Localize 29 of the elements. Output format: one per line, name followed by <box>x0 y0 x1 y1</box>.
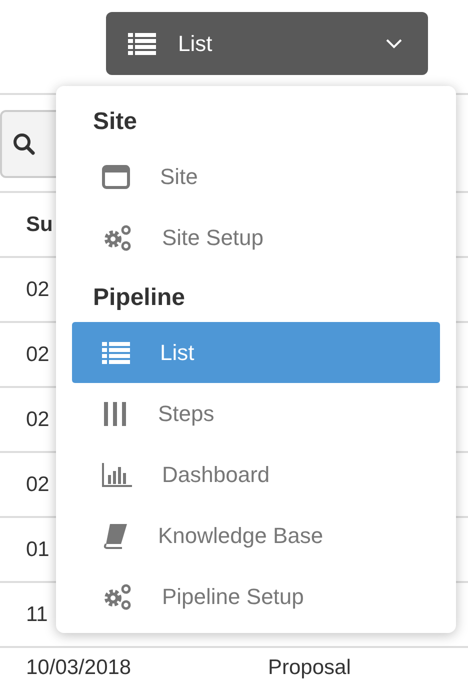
table-cell-text: 02 <box>26 276 50 303</box>
menu-item[interactable]: Site <box>72 146 440 207</box>
window-icon <box>102 164 130 188</box>
section-heading: Pipeline <box>92 283 186 313</box>
chevron-down-icon <box>386 38 402 48</box>
list-icon <box>128 32 156 54</box>
menu-item[interactable]: List <box>72 322 440 383</box>
list-icon <box>102 342 130 364</box>
table-cell-text: 02 <box>26 472 50 498</box>
bar-chart-icon <box>102 462 132 486</box>
menu-item[interactable]: Pipeline Setup <box>72 566 440 627</box>
columns-icon <box>102 402 128 426</box>
menu-item[interactable]: Dashboard <box>72 444 440 505</box>
table-cell-text: 01 <box>26 536 50 563</box>
table-cell: 10/03/2018 <box>26 656 132 680</box>
book-icon <box>102 522 128 548</box>
search-icon <box>12 132 36 156</box>
view-dropdown-button[interactable]: List <box>106 12 428 75</box>
gears-icon <box>102 582 132 610</box>
table-cell-text: 02 <box>26 342 50 368</box>
table-cell-text: 02 <box>26 406 50 433</box>
gears-icon <box>102 224 132 252</box>
menu-item[interactable]: Steps <box>72 383 440 444</box>
table-cell-text: 11 <box>26 602 48 628</box>
menu-item[interactable]: Site Setup <box>72 207 440 268</box>
column-header: Su <box>26 212 53 238</box>
table-cell-text: Proposal <box>268 656 352 680</box>
menu-item[interactable]: Knowledge Base <box>72 505 440 566</box>
section-heading: Site <box>92 107 138 137</box>
